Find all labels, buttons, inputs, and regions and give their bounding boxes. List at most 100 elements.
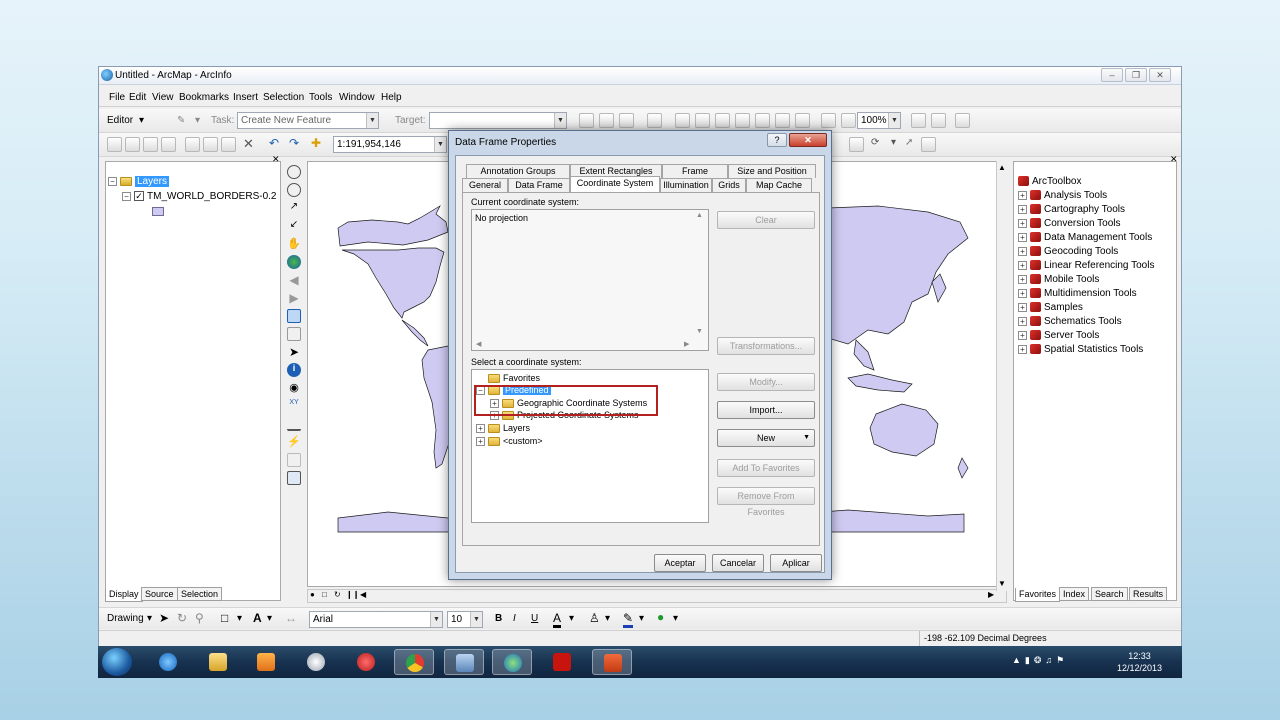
- select-elements-icon[interactable]: ➤: [159, 611, 169, 625]
- taskbar-chrome[interactable]: [394, 649, 434, 675]
- cancel-button[interactable]: Cancelar: [712, 554, 764, 572]
- back-extent-icon[interactable]: [821, 113, 836, 128]
- toc-tab-selection[interactable]: Selection: [177, 587, 223, 601]
- new-button[interactable]: New ▼: [717, 429, 815, 447]
- sketch-properties-icon[interactable]: [647, 113, 662, 128]
- expand-icon[interactable]: +: [1018, 316, 1027, 326]
- close-window-button[interactable]: ✕: [1149, 68, 1171, 82]
- toolbox-item-server[interactable]: + Server Tools: [1018, 330, 1099, 341]
- scroll-up-icon[interactable]: ▲: [998, 163, 1006, 172]
- tab-annotation-groups[interactable]: Annotation Groups: [466, 164, 570, 178]
- expand-icon[interactable]: +: [476, 437, 485, 447]
- taskbar-clock-app[interactable]: [296, 649, 336, 675]
- close-dialog-button[interactable]: ✕: [789, 133, 827, 147]
- add-data-icon[interactable]: ✚: [311, 136, 321, 150]
- toolbox-item-schematics[interactable]: + Schematics Tools: [1018, 316, 1122, 327]
- import-button[interactable]: Import...: [717, 401, 815, 419]
- time-slider-icon[interactable]: [287, 471, 301, 485]
- go-to-xy-icon[interactable]: XY: [287, 399, 301, 413]
- layout-view-icon[interactable]: □: [322, 590, 327, 599]
- pointer-help-icon[interactable]: ➚: [905, 137, 913, 148]
- underline-button[interactable]: U: [531, 613, 538, 624]
- map-vertical-scrollbar[interactable]: ▲ ▼: [996, 161, 1008, 591]
- pan-hand-icon[interactable]: ✋: [287, 237, 301, 251]
- sketch-tool-icon[interactable]: ✎: [177, 115, 185, 126]
- toolbox-tab-search[interactable]: Search: [1091, 587, 1128, 601]
- expand-icon[interactable]: +: [1018, 274, 1027, 284]
- copy-icon[interactable]: [203, 137, 218, 152]
- menu-view[interactable]: View: [152, 92, 174, 103]
- clear-selection-icon[interactable]: [287, 327, 301, 341]
- arctoolbox-window-icon[interactable]: [921, 137, 936, 152]
- toolbox-item-conversion[interactable]: + Conversion Tools: [1018, 218, 1121, 229]
- toc-root-layers[interactable]: − Layers: [108, 176, 170, 187]
- scroll-left-icon[interactable]: ◀: [360, 590, 366, 599]
- toggle-draft-icon[interactable]: [911, 113, 926, 128]
- minimize-button[interactable]: –: [1101, 68, 1123, 82]
- fill-color-dropdown-icon[interactable]: ▾: [605, 613, 610, 624]
- toolbox-item-mobile[interactable]: + Mobile Tools: [1018, 274, 1099, 285]
- delete-icon[interactable]: ✕: [243, 136, 254, 152]
- system-tray-icons[interactable]: ▲▮❂♫⚑: [1012, 655, 1068, 666]
- scroll-left-icon[interactable]: ◀: [476, 340, 481, 348]
- map-horizontal-scrollbar[interactable]: ● □ ↻ ❙❙ ◀ ▶: [307, 589, 1007, 603]
- page-width-icon[interactable]: [775, 113, 790, 128]
- toc-tab-source[interactable]: Source: [141, 587, 178, 601]
- menu-window[interactable]: Window: [339, 92, 375, 103]
- text-dropdown-icon[interactable]: ▾: [267, 613, 272, 624]
- taskbar-arcmap[interactable]: [492, 649, 532, 675]
- fill-color-icon[interactable]: ♙: [589, 611, 600, 625]
- collapse-icon[interactable]: −: [108, 176, 117, 186]
- zoom-in-icon[interactable]: [287, 165, 301, 179]
- zoom-whole-page-icon[interactable]: ⚲: [195, 611, 204, 625]
- font-size-select[interactable]: 10 ▼: [447, 611, 483, 628]
- tab-size-and-position[interactable]: Size and Position: [728, 164, 816, 178]
- taskbar-clock[interactable]: 12:33 12/12/2013: [1117, 650, 1162, 674]
- editor-menu[interactable]: Editor: [107, 115, 133, 126]
- expand-icon[interactable]: +: [1018, 246, 1027, 256]
- close-icon[interactable]: ✕: [272, 154, 280, 165]
- tree-layers[interactable]: + Layers: [476, 423, 530, 434]
- layer-symbol-swatch[interactable]: [152, 207, 164, 216]
- expand-icon[interactable]: +: [1018, 330, 1027, 340]
- save-icon[interactable]: [143, 137, 158, 152]
- taskbar-pin-app[interactable]: [346, 649, 386, 675]
- layout-icon[interactable]: [955, 113, 970, 128]
- toolbox-item-linear-referencing[interactable]: + Linear Referencing Tools: [1018, 260, 1154, 271]
- expand-icon[interactable]: +: [1018, 204, 1027, 214]
- font-select[interactable]: Arial ▼: [309, 611, 443, 628]
- zoom-in-fixed-icon[interactable]: [675, 113, 690, 128]
- select-features-icon[interactable]: [287, 309, 301, 323]
- zoom-out-icon[interactable]: [287, 183, 301, 197]
- line-color-icon[interactable]: ✎: [623, 611, 634, 628]
- fixed-zoom-icon[interactable]: [735, 113, 750, 128]
- scroll-right-icon[interactable]: ▶: [988, 590, 994, 599]
- rectangle-dropdown-icon[interactable]: ▾: [237, 613, 242, 624]
- menu-tools[interactable]: Tools: [309, 92, 332, 103]
- current-cs-textbox[interactable]: No projection ▲ ▼ ◀ ▶: [471, 209, 709, 351]
- expand-icon[interactable]: +: [1018, 344, 1027, 354]
- taskbar-ie[interactable]: [148, 649, 188, 675]
- zoom-out-fixed-icon[interactable]: [695, 113, 710, 128]
- tab-illumination[interactable]: Illumination: [660, 178, 712, 192]
- remove-from-favorites-button[interactable]: Remove From Favorites: [717, 487, 815, 517]
- drawing-menu[interactable]: Drawing: [107, 613, 144, 624]
- menu-insert[interactable]: Insert: [233, 92, 258, 103]
- marker-color-dropdown-icon[interactable]: ▾: [673, 613, 678, 624]
- pause-icon[interactable]: ❙❙: [346, 590, 359, 599]
- new-document-icon[interactable]: [107, 137, 122, 152]
- scroll-right-icon[interactable]: ▶: [684, 340, 689, 348]
- forward-extent-icon[interactable]: [841, 113, 856, 128]
- map-scale-input[interactable]: 1:191,954,146 ▼: [333, 136, 447, 153]
- collapse-icon[interactable]: −: [122, 191, 131, 201]
- target-select[interactable]: ▼: [429, 112, 567, 129]
- bold-button[interactable]: B: [495, 613, 502, 624]
- hyperlink-icon[interactable]: ⚡: [287, 435, 301, 449]
- arctoolbox-root[interactable]: ArcToolbox: [1018, 176, 1081, 187]
- taskbar-explorer[interactable]: [198, 649, 238, 675]
- scroll-down-icon[interactable]: ▼: [696, 328, 703, 335]
- refresh-icon[interactable]: ↻: [334, 590, 341, 599]
- redo-icon[interactable]: ↷: [289, 136, 299, 150]
- measure-icon[interactable]: [287, 417, 301, 431]
- apply-button[interactable]: Aplicar: [770, 554, 822, 572]
